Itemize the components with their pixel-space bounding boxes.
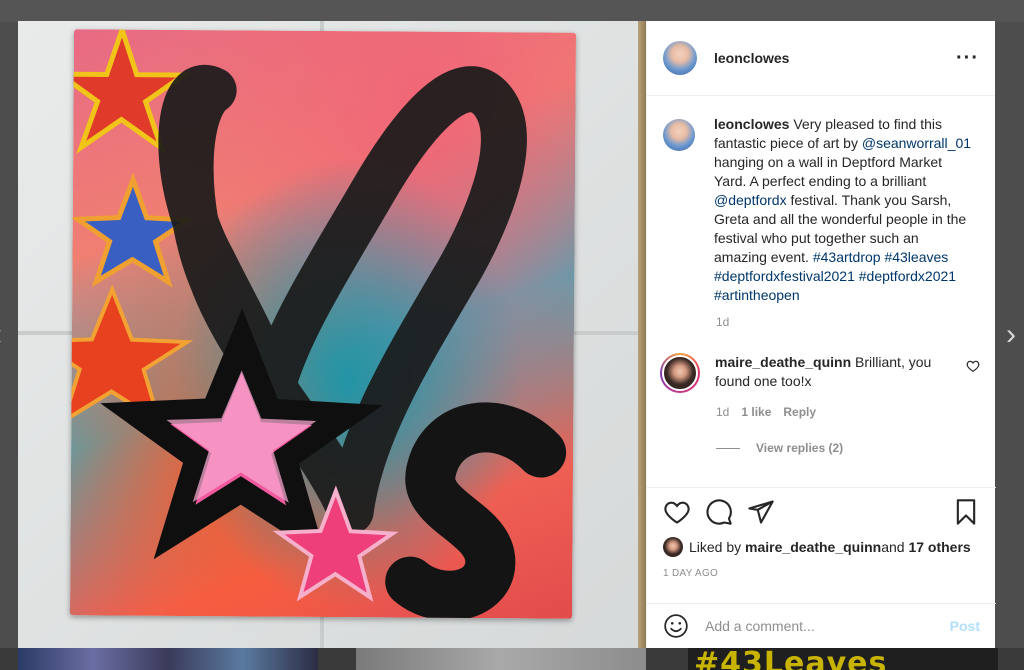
liked-by-avatar[interactable] xyxy=(663,537,683,557)
post-photo xyxy=(18,21,646,648)
backdrop-top xyxy=(0,0,1024,22)
comment-item: maire_deathe_quinn Brilliant, you found … xyxy=(660,353,980,393)
save-bookmark-icon[interactable] xyxy=(952,498,980,526)
add-comment-input[interactable] xyxy=(705,618,935,634)
mention-seanworrall[interactable]: @seanworrall_01 xyxy=(862,135,971,151)
mention-deptfordx[interactable]: @deptfordx xyxy=(714,192,787,208)
caption-avatar[interactable] xyxy=(663,119,695,151)
liked-by-middle: and xyxy=(881,539,905,555)
caption-text-2: hanging on a wall in Deptford Market Yar… xyxy=(714,154,943,189)
add-comment-bar: Post xyxy=(647,603,996,648)
comment-meta: 1d 1 like Reply xyxy=(716,405,980,419)
view-replies-label: View replies (2) xyxy=(756,441,844,455)
comment-likes[interactable]: 1 like xyxy=(741,405,771,419)
thumbnail-text: #43Leaves xyxy=(694,648,888,670)
view-replies-line xyxy=(716,447,740,449)
window-frame-edge xyxy=(638,21,646,648)
liked-by-user[interactable]: maire_deathe_quinn xyxy=(745,539,881,555)
thumbnail-1[interactable] xyxy=(18,648,318,670)
comment-bubble-icon[interactable] xyxy=(705,498,733,526)
liked-by: Liked by maire_deathe_quinn and 17 other… xyxy=(663,536,980,558)
comment-text: maire_deathe_quinn Brilliant, you found … xyxy=(715,353,940,393)
caption-time: 1d xyxy=(716,315,730,329)
comments-section[interactable]: leonclowes Very pleased to find this fan… xyxy=(647,97,996,487)
caption-username[interactable]: leonclowes xyxy=(714,116,789,132)
more-options-icon[interactable]: ··· xyxy=(956,48,979,68)
commenter-avatar[interactable] xyxy=(660,353,700,393)
post-actions: Liked by maire_deathe_quinn and 17 other… xyxy=(647,487,996,579)
emoji-icon[interactable] xyxy=(663,613,689,639)
post-sidebar: leonclowes ··· leonclowes Very pleased t… xyxy=(646,21,996,648)
comment-reply-button[interactable]: Reply xyxy=(783,405,816,419)
comment-username[interactable]: maire_deathe_quinn xyxy=(715,354,851,370)
author-username[interactable]: leonclowes xyxy=(714,50,789,66)
artwork-graphic xyxy=(69,29,567,619)
post-timestamp[interactable]: 1 DAY AGO xyxy=(663,568,980,579)
author-avatar[interactable] xyxy=(663,41,697,75)
action-icons-row xyxy=(663,488,980,536)
caption: leonclowes Very pleased to find this fan… xyxy=(663,115,980,305)
view-replies-button[interactable]: View replies (2) xyxy=(716,441,980,455)
thumbnail-3[interactable]: #43Leaves xyxy=(688,648,998,670)
post-header: leonclowes ··· xyxy=(647,21,995,96)
painted-artwork xyxy=(69,29,577,619)
liked-by-others[interactable]: 17 others xyxy=(908,539,970,555)
like-heart-icon[interactable] xyxy=(663,498,691,526)
post-comment-button[interactable]: Post xyxy=(950,618,980,634)
comment-time: 1d xyxy=(716,405,730,419)
next-post-arrow-icon[interactable]: › xyxy=(1006,320,1016,350)
background-thumbnails: #43Leaves xyxy=(0,648,1024,670)
previous-post-arrow-icon[interactable]: ‹ xyxy=(0,320,2,350)
liked-by-prefix: Liked by xyxy=(689,539,742,555)
post-modal: leonclowes ··· leonclowes Very pleased t… xyxy=(18,21,996,648)
share-paper-plane-icon[interactable] xyxy=(747,498,775,526)
thumbnail-2[interactable] xyxy=(356,648,646,670)
comment-like-heart-icon[interactable] xyxy=(966,359,980,373)
caption-text: leonclowes Very pleased to find this fan… xyxy=(714,115,974,305)
